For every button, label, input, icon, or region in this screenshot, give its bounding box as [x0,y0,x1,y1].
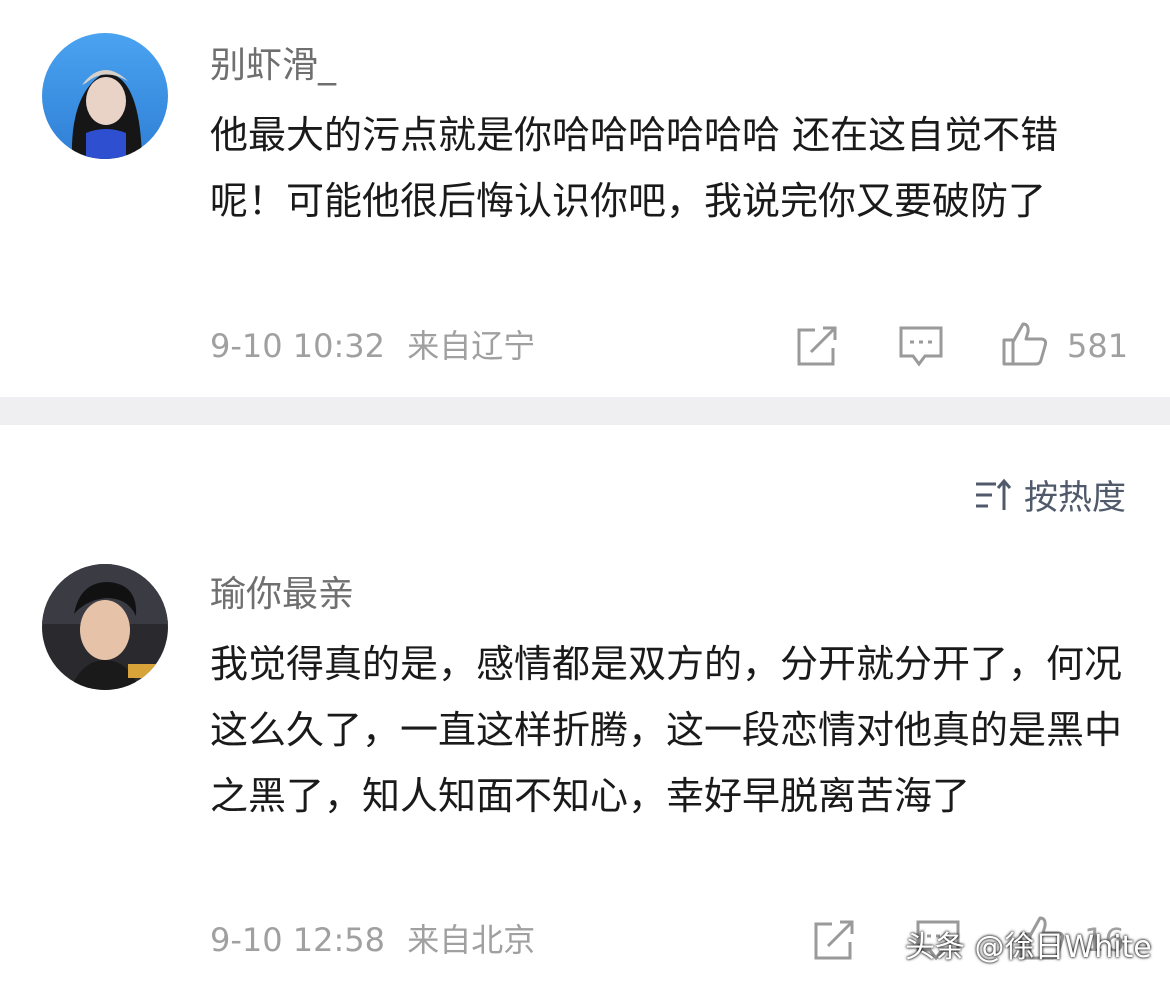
comment-meta: 9-10 12:58 来自北京 [210,920,535,960]
location: 来自辽宁 [407,327,536,365]
location: 来自北京 [407,921,536,959]
watermark: 头条 @徐日White [905,930,1152,965]
like-count: 581 [1067,327,1129,365]
avatar[interactable] [42,33,168,159]
username[interactable]: 别虾滑_ [210,44,336,88]
sort-button[interactable]: 按热度 [974,470,1126,519]
section-divider [0,397,1170,425]
timestamp: 9-10 12:58 [210,921,386,959]
sort-label: 按热度 [1024,478,1126,518]
comment-text: 他最大的污点就是你哈哈哈哈哈哈 还在这自觉不错呢！可能他很后悔认识你吧，我说完你… [210,113,1059,223]
username[interactable]: 瑜你最亲 [210,573,354,617]
sort-icon [976,478,1012,510]
comment-text: 我觉得真的是，感情都是双方的，分开就分开了，何况这么久了，一直这样折腾，这一段恋… [210,642,1123,818]
thumbs-up-icon[interactable] [1001,320,1049,368]
comment-icon[interactable] [897,322,945,370]
share-icon[interactable] [793,322,841,370]
avatar[interactable] [42,564,168,690]
share-icon[interactable] [810,916,858,964]
comment-meta: 9-10 10:32 来自辽宁 [210,326,535,366]
timestamp: 9-10 10:32 [210,327,386,365]
